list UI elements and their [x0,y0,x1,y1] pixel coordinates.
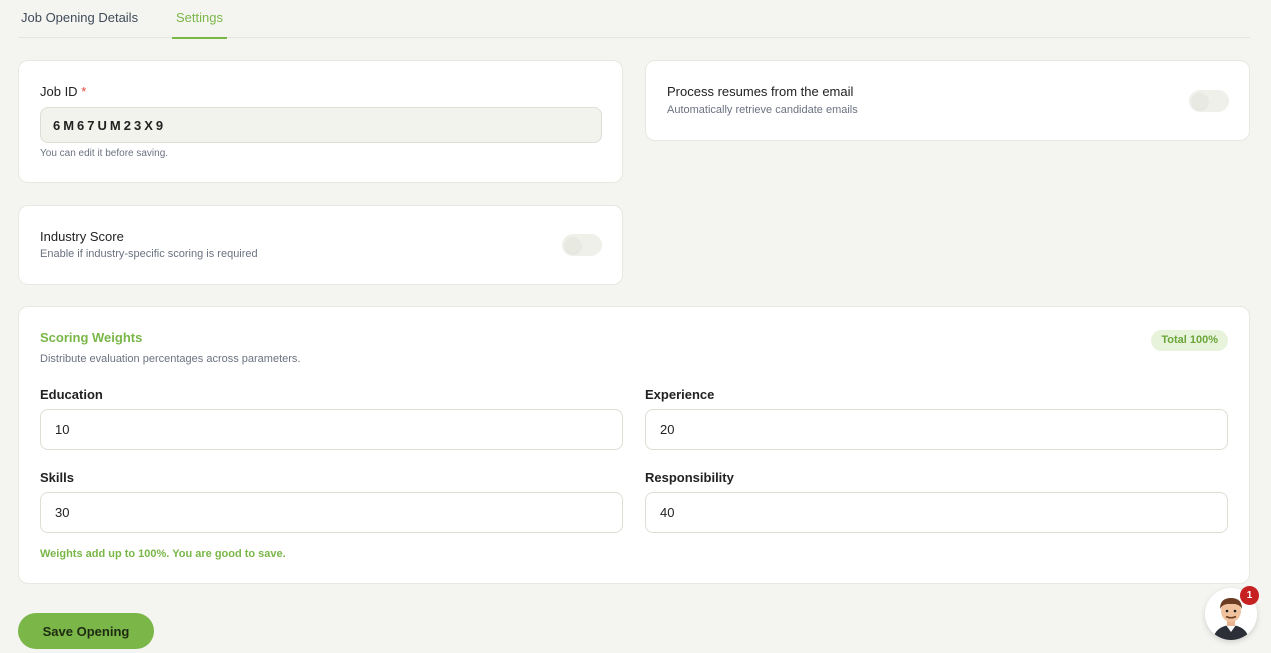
job-id-card: Job ID * You can edit it before saving. [18,60,623,183]
industry-score-subtitle: Enable if industry-specific scoring is r… [40,248,258,260]
skills-input[interactable] [40,492,623,533]
total-badge: Total 100% [1151,330,1228,351]
notification-badge: 1 [1240,586,1259,605]
experience-input[interactable] [645,409,1228,450]
process-email-subtitle: Automatically retrieve candidate emails [667,104,858,116]
experience-label: Experience [645,387,715,402]
skills-label: Skills [40,470,74,485]
toggle-knob [565,237,581,253]
weights-status-message: Weights add up to 100%. You are good to … [40,548,286,560]
responsibility-input[interactable] [645,492,1228,533]
job-id-hint: You can edit it before saving. [40,148,169,159]
required-mark: * [81,84,87,99]
job-id-input[interactable] [40,107,602,143]
process-email-card: Process resumes from the email Automatic… [645,60,1250,141]
job-id-label: Job ID * [40,84,87,99]
process-email-title: Process resumes from the email [667,84,854,99]
industry-score-toggle[interactable] [562,234,602,256]
responsibility-label: Responsibility [645,470,734,485]
industry-score-card: Industry Score Enable if industry-specif… [18,205,623,285]
industry-score-title: Industry Score [40,229,124,244]
education-input[interactable] [40,409,623,450]
education-label: Education [40,387,103,402]
save-opening-button[interactable]: Save Opening [18,613,154,649]
tab-settings[interactable]: Settings [172,10,227,39]
process-email-toggle[interactable] [1189,90,1229,112]
scoring-weights-title: Scoring Weights [40,330,143,345]
scoring-weights-subtitle: Distribute evaluation percentages across… [40,353,301,365]
toggle-knob [1192,93,1208,109]
tab-job-opening-details[interactable]: Job Opening Details [21,10,138,37]
scoring-weights-card: Scoring Weights Distribute evaluation pe… [18,306,1250,584]
tab-bar: Job Opening Details Settings [18,0,1250,39]
